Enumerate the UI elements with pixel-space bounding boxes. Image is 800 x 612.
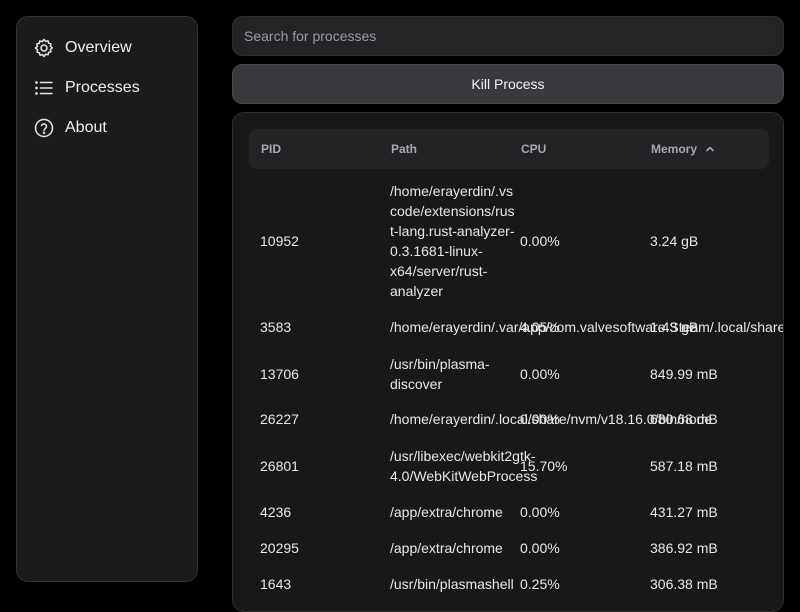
table-row[interactable]: 13706 /usr/bin/plasma-discover 0.00% 849… — [233, 349, 783, 397]
question-icon — [34, 118, 54, 138]
column-header-cpu[interactable]: CPU — [521, 129, 546, 169]
cell-memory: 431.27 mB — [650, 504, 718, 520]
cell-cpu: 4.05% — [520, 319, 560, 335]
table-row[interactable]: 10952 /home/erayerdin/.vscode/extensions… — [233, 173, 783, 299]
cell-path: /usr/bin/plasma-discover — [390, 356, 490, 392]
cell-pid: 20295 — [260, 540, 299, 556]
cell-pid: 10952 — [260, 233, 299, 249]
cell-memory: 1.43 gB — [650, 319, 699, 335]
cell-memory: 587.18 mB — [650, 458, 718, 474]
cell-cpu: 0.25% — [520, 576, 560, 592]
table-row[interactable]: 3583 /home/erayerdin/.var/app/com.valves… — [233, 308, 783, 344]
column-header-memory-label: Memory — [651, 142, 698, 156]
table-row[interactable]: 26801 /usr/libexec/webkit2gtk-4.0/WebKit… — [233, 441, 783, 489]
sidebar-item-label: Processes — [65, 79, 140, 96]
cell-memory: 3.24 gB — [650, 233, 699, 249]
cell-memory: 849.99 mB — [650, 366, 718, 382]
column-header-memory[interactable]: Memory — [651, 129, 715, 169]
column-header-path[interactable]: Path — [391, 129, 417, 169]
sidebar-item-about[interactable]: About — [17, 108, 197, 148]
cell-path: /app/extra/chrome — [390, 540, 503, 556]
cell-cpu: 0.00% — [520, 233, 560, 249]
cell-cpu: 0.00% — [520, 366, 560, 382]
table-header: PID Path CPU Memory — [249, 129, 769, 169]
sidebar-item-processes[interactable]: Processes — [17, 68, 197, 108]
cell-cpu: 0.00% — [520, 411, 560, 427]
cell-cpu: 0.00% — [520, 504, 560, 520]
cell-pid: 26801 — [260, 458, 299, 474]
sidebar-item-overview[interactable]: Overview — [17, 28, 197, 68]
column-header-pid[interactable]: PID — [261, 129, 281, 169]
cell-path: /home/erayerdin/.vscode/extensions/rust-… — [390, 183, 515, 299]
sidebar: Overview Processes About — [16, 16, 198, 582]
cell-memory: 680.68 mB — [650, 411, 718, 427]
search-input[interactable] — [232, 16, 784, 56]
sidebar-item-label: Overview — [65, 39, 132, 56]
cell-pid: 3583 — [260, 319, 292, 335]
cell-path: /usr/bin/plasmashell — [390, 576, 514, 592]
cell-memory: 386.92 mB — [650, 540, 718, 556]
cell-pid: 13706 — [260, 366, 299, 382]
cell-cpu: 15.70% — [520, 458, 568, 474]
gear-icon — [34, 38, 54, 58]
process-table: PID Path CPU Memory 10952 /home/erayerdi… — [232, 112, 784, 612]
cell-pid: 26227 — [260, 411, 299, 427]
list-icon — [34, 78, 54, 98]
table-row[interactable]: 1643 /usr/bin/plasmashell 0.25% 306.38 m… — [233, 565, 783, 601]
chevron-up-icon — [705, 130, 715, 170]
kill-process-button[interactable]: Kill Process — [232, 64, 784, 104]
cell-cpu: 0.00% — [520, 540, 560, 556]
cell-pid: 4236 — [260, 504, 292, 520]
sidebar-item-label: About — [65, 119, 107, 136]
cell-pid: 1643 — [260, 576, 292, 592]
table-row[interactable]: 20295 /app/extra/chrome 0.00% 386.92 mB — [233, 529, 783, 565]
cell-path: /app/extra/chrome — [390, 504, 503, 520]
table-row[interactable]: 26227 /home/erayerdin/.local/share/nvm/v… — [233, 401, 783, 437]
cell-path: /home/erayerdin/.var/app/com.valvesoftwa… — [390, 319, 783, 335]
cell-memory: 306.38 mB — [650, 576, 718, 592]
table-row[interactable]: 4236 /app/extra/chrome 0.00% 431.27 mB — [233, 493, 783, 529]
